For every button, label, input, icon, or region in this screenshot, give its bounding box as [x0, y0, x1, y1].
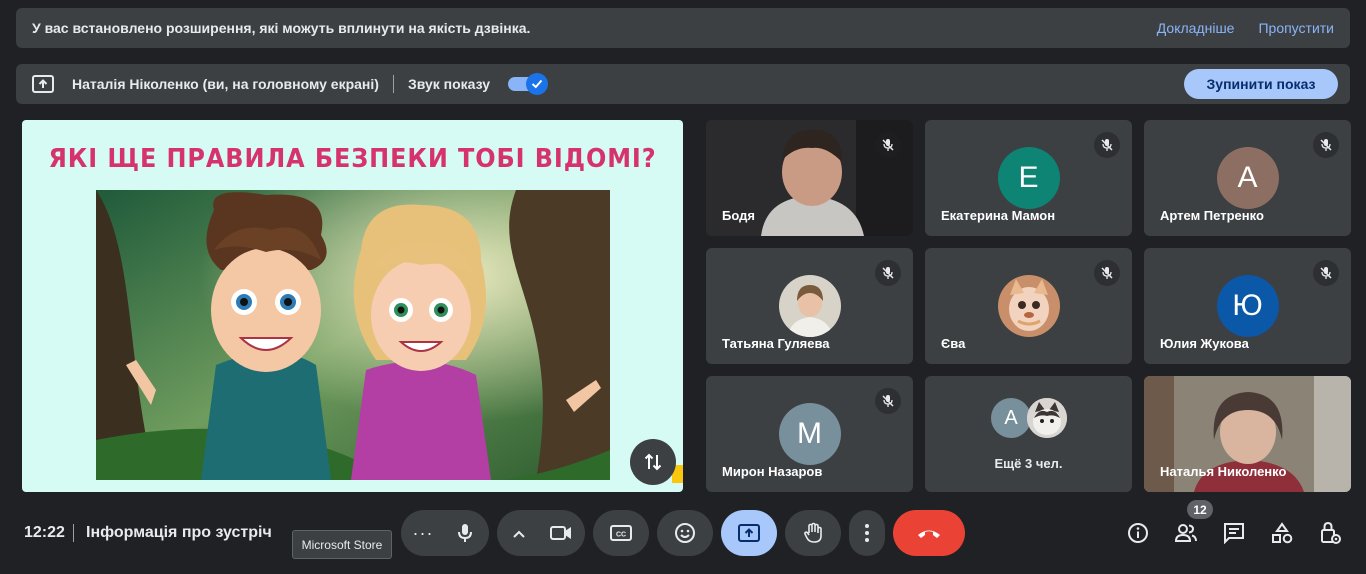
share-audio-toggle[interactable] [508, 73, 549, 95]
check-icon [531, 79, 543, 89]
video-options-button[interactable] [499, 525, 539, 541]
microphone-button[interactable] [443, 523, 487, 543]
meeting-details-button[interactable] [1125, 520, 1151, 546]
participant-tile[interactable]: Єва [925, 248, 1132, 364]
muted-mic-icon [1313, 260, 1339, 286]
participant-name: Екатерина Мамон [941, 208, 1056, 223]
video-control-group [497, 510, 585, 556]
host-controls-button[interactable] [1317, 520, 1343, 546]
meeting-info-title[interactable]: Інформація про зустріч [86, 524, 272, 542]
participant-name: Наталья Николенко [1160, 464, 1287, 479]
captions-icon: CC [610, 525, 632, 541]
skip-link[interactable]: Пропустити [1258, 20, 1334, 36]
muted-mic-icon [875, 388, 901, 414]
presentation-view: ЯКІ ЩЕ ПРАВИЛА БЕЗПЕКИ ТОБІ ВІДОМІ? [22, 120, 683, 492]
learn-more-link[interactable]: Докладніше [1157, 20, 1235, 36]
present-screen-button[interactable] [721, 510, 777, 556]
host-controls-icon [1321, 521, 1341, 544]
raise-hand-icon [804, 522, 822, 543]
extension-warning-banner: У вас встановлено розширення, які можуть… [16, 8, 1350, 48]
banner-message: У вас встановлено розширення, які можуть… [32, 20, 531, 36]
more-participants-label: Ещё 3 чел. [994, 456, 1063, 471]
participant-avatar: Ю [1216, 275, 1279, 337]
camera-icon [550, 526, 571, 540]
chat-icon [1224, 523, 1244, 544]
swap-arrows-icon [644, 453, 662, 471]
taskbar-tooltip: Microsoft Store [292, 530, 392, 559]
muted-mic-icon [1094, 260, 1120, 286]
divider [392, 75, 394, 93]
present-screen-icon [738, 524, 760, 542]
participant-photo-avatar [997, 275, 1060, 337]
participant-name: Мирон Назаров [722, 464, 823, 479]
muted-mic-icon [875, 132, 901, 158]
participant-tile[interactable]: А Артем Петренко [1144, 120, 1351, 236]
microphone-icon [458, 524, 472, 542]
slide-title: ЯКІ ЩЕ ПРАВИЛА БЕЗПЕКИ ТОБІ ВІДОМІ? [48, 144, 657, 174]
presenter-label: Наталія Ніколенко (ви, на головному екра… [72, 76, 379, 92]
present-screen-icon [32, 75, 54, 93]
people-icon [1174, 524, 1197, 542]
slide-illustration [96, 190, 610, 480]
toggle-knob [526, 73, 549, 95]
participant-photo-avatar [778, 275, 841, 337]
participant-photo-avatar [1027, 398, 1067, 438]
muted-mic-icon [1094, 132, 1120, 158]
participant-name: Юлия Жукова [1160, 336, 1249, 351]
participant-avatar: М [778, 403, 841, 465]
share-audio-label: Звук показу [407, 76, 491, 92]
more-participants-tile[interactable]: А Ещё 3 чел. [925, 376, 1132, 492]
activities-button[interactable] [1269, 520, 1295, 546]
participant-tile[interactable]: Наталья Николенко [1144, 376, 1351, 492]
raise-hand-button[interactable] [785, 510, 841, 556]
call-controls-bar: 12:22 Інформація про зустріч Microsoft S… [0, 500, 1366, 574]
participant-name: Бодя [722, 208, 755, 223]
captions-button[interactable]: CC [593, 510, 649, 556]
leave-call-button[interactable] [893, 510, 965, 556]
participant-tile[interactable]: Татьяна Гуляева [706, 248, 913, 364]
swap-layout-button[interactable] [630, 439, 676, 485]
participant-tile[interactable]: М Мирон Назаров [706, 376, 913, 492]
muted-mic-icon [875, 260, 901, 286]
camera-button[interactable] [539, 525, 583, 541]
chat-button[interactable] [1221, 520, 1247, 546]
participant-avatar: А [1216, 147, 1279, 209]
chevron-up-icon [513, 530, 525, 538]
participant-name: Татьяна Гуляева [722, 336, 830, 351]
activities-icon [1272, 522, 1293, 544]
meeting-clock: 12:22 [24, 524, 65, 541]
audio-control-group: ··· [401, 510, 489, 556]
more-options-button[interactable] [849, 510, 885, 556]
stop-presenting-button[interactable]: Зупинити показ [1184, 69, 1338, 99]
participant-tile[interactable]: Е Екатерина Мамон [925, 120, 1132, 236]
audio-options-button[interactable]: ··· [403, 523, 443, 544]
reactions-button[interactable] [657, 510, 713, 556]
participant-tile[interactable]: Ю Юлия Жукова [1144, 248, 1351, 364]
end-call-icon [918, 530, 940, 538]
participant-avatar: А [991, 398, 1031, 438]
people-button[interactable] [1173, 520, 1199, 546]
participant-name: Єва [941, 336, 966, 351]
info-icon [1128, 523, 1148, 543]
presenting-bar: Наталія Ніколенко (ви, на головному екра… [16, 64, 1350, 104]
divider [73, 524, 74, 542]
participant-avatar: Е [997, 147, 1060, 209]
people-count-badge: 12 [1187, 500, 1213, 519]
participant-tile[interactable]: Бодя [706, 120, 913, 236]
vertical-dots-icon [865, 524, 869, 542]
participant-name: Артем Петренко [1160, 208, 1264, 223]
svg-text:CC: CC [616, 532, 626, 539]
emoji-icon [675, 523, 695, 543]
muted-mic-icon [1313, 132, 1339, 158]
